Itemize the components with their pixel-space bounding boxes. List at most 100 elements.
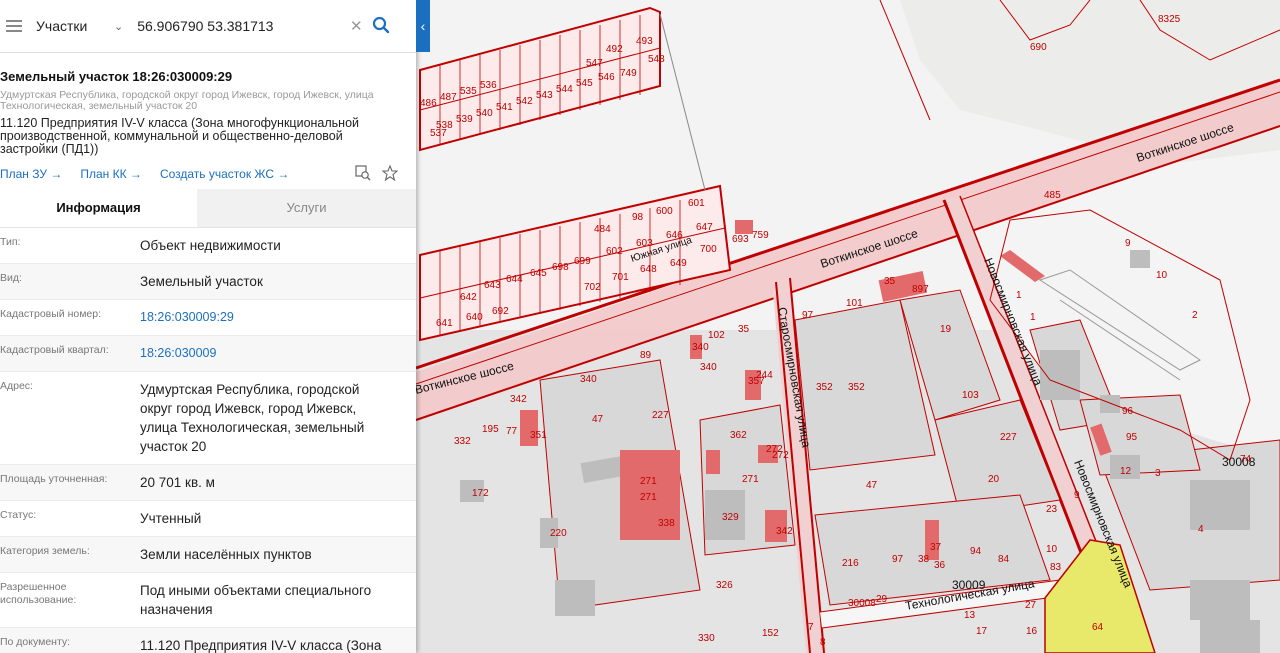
parcel-number-label: 547 (586, 58, 603, 69)
info-value[interactable]: 18:26:030009 (140, 344, 246, 363)
info-value: Под иными объектами специального назначе… (140, 583, 372, 617)
parcel-number-label: 649 (670, 258, 687, 269)
parcel-number-label: 27 (1025, 600, 1037, 611)
parcel-number-label: 698 (552, 262, 569, 273)
collapse-panel-button[interactable]: ‹ (416, 0, 430, 52)
parcel-number-label: 23 (1046, 504, 1058, 515)
parcel-number-label: 1 (1016, 290, 1022, 301)
parcel-number-label: 2 (1192, 310, 1198, 321)
info-label: По документу: (0, 636, 71, 648)
parcel-number-label: 13 (964, 610, 976, 621)
layer-select[interactable]: Участки (36, 18, 114, 34)
parcel-number-label: 9 (1125, 238, 1131, 249)
parcel-number-label: 97 (802, 310, 814, 321)
parcel-number-label: 690 (1030, 42, 1047, 53)
parcel-number-label: 644 (506, 274, 523, 285)
parcel-number-label: 38 (918, 554, 930, 565)
parcel-number-label: 77 (506, 426, 518, 437)
parcel-number-label: 47 (866, 480, 878, 491)
parcel-number-label: 546 (598, 72, 615, 83)
parcel-number-label: 4 (1198, 524, 1204, 535)
tab-bar: Информация Услуги (0, 189, 416, 228)
parcel-number-label: 693 (732, 234, 749, 245)
parcel-number-label: 271 (640, 476, 657, 487)
info-table: Тип: Объект недвижимости Вид: Земельный уча… (0, 228, 416, 653)
parcel-number-label: 897 (912, 284, 929, 295)
parcel-number-label: 37 (930, 542, 942, 553)
parcel-number-label: 74 (1240, 454, 1252, 465)
parcel-number-label: 641 (436, 318, 453, 329)
zoom-to-icon[interactable] (355, 165, 371, 181)
parcel-number-label: 84 (998, 554, 1010, 565)
clear-icon[interactable]: ✕ (350, 17, 363, 35)
parcel-number-label: 152 (762, 628, 779, 639)
star-icon[interactable] (382, 165, 398, 181)
parcel-number-label: 19 (940, 324, 952, 335)
parcel-number-label: 97 (892, 554, 904, 565)
info-row: Адрес: Удмуртская Республика, городской о… (0, 372, 416, 465)
plan-zu-link[interactable]: План ЗУ → (0, 167, 62, 181)
parcel-number-label: 12 (1120, 466, 1132, 477)
parcel-number-label: 485 (1044, 190, 1061, 201)
parcel-number-label: 536 (480, 80, 497, 91)
plan-kk-link[interactable]: План КК → (80, 167, 142, 181)
parcel-number-label: 227 (1000, 432, 1017, 443)
parcel-number-label: 96 (1122, 406, 1134, 417)
parcel-number-label: 340 (580, 374, 597, 385)
parcel-number-label: 540 (476, 108, 493, 119)
plan-kk-label: План КК (80, 167, 127, 181)
info-value: 20 701 кв. м (140, 475, 215, 490)
quarter-label-30009: 30009 (952, 578, 986, 592)
parcel-number-label: 338 (658, 518, 675, 529)
menu-icon[interactable] (6, 20, 22, 32)
parcel-number-label: 7 (808, 622, 814, 633)
parcel-number-label: 759 (752, 230, 769, 241)
info-row: Вид: Земельный участок (0, 264, 416, 300)
info-row: Площадь уточненная: 20 701 кв. м (0, 465, 416, 501)
parcel-number-label: 16 (1026, 626, 1038, 637)
info-label: Разрешенное использование: (0, 581, 77, 606)
parcel-number-label: 492 (606, 44, 623, 55)
info-label: Кадастровый номер: (0, 308, 102, 320)
info-value[interactable]: 18:26:030009:29 (140, 308, 264, 327)
plan-zu-label: План ЗУ (0, 167, 47, 181)
parcel-number-label: 244 (756, 370, 773, 381)
parcel-number-label: 271 (640, 492, 657, 503)
parcel-number-label: 271 (742, 474, 759, 485)
parcel-number-label: 342 (510, 394, 527, 405)
parcel-number-label: 30008 (848, 598, 876, 609)
parcel-number-label: 493 (636, 36, 653, 47)
info-label: Статус: (0, 509, 37, 521)
parcel-number-label: 326 (716, 580, 733, 591)
parcel-number-label: 487 (440, 92, 457, 103)
parcel-number-label: 101 (846, 298, 863, 309)
parcel-number-label: 640 (466, 312, 483, 323)
info-value: Объект недвижимости (140, 238, 281, 253)
parcel-address-short: Удмуртская Республика, городской округ г… (0, 89, 374, 112)
parcel-number-label: 47 (592, 414, 604, 425)
parcel-number-label: 541 (496, 102, 513, 113)
search-icon[interactable] (372, 16, 390, 34)
parcel-number-label: 537 (430, 128, 447, 139)
parcel-number-label: 340 (700, 362, 717, 373)
info-row: Категория земель: Земли населённых пункто… (0, 537, 416, 573)
chevron-down-icon[interactable]: ⌄ (114, 20, 123, 33)
parcel-number-label: 645 (530, 268, 547, 279)
parcel-number-label: 1 (1030, 312, 1036, 323)
info-value: Земельный участок (140, 274, 263, 289)
parcel-number-label: 3 (1155, 468, 1161, 479)
tab-information[interactable]: Информация (0, 189, 197, 227)
parcel-number-label: 542 (516, 96, 533, 107)
parcel-number-label: 102 (708, 330, 725, 341)
parcel-number-label: 642 (460, 292, 477, 303)
parcel-purpose: 11.120 Предприятия IV-V класса (Зона мно… (0, 116, 360, 156)
parcel-number-label: 600 (656, 206, 673, 217)
search-input[interactable] (137, 18, 338, 34)
create-parcel-link[interactable]: Создать участок ЖС → (160, 167, 289, 181)
info-row: Кадастровый квартал: 18:26:030009 (0, 336, 416, 372)
parcel-number-label: 352 (848, 382, 865, 393)
tab-services[interactable]: Услуги (197, 189, 416, 227)
parcel-number-label: 103 (962, 390, 979, 401)
parcel-number-label: 700 (700, 244, 717, 255)
parcel-number-label: 539 (456, 114, 473, 125)
